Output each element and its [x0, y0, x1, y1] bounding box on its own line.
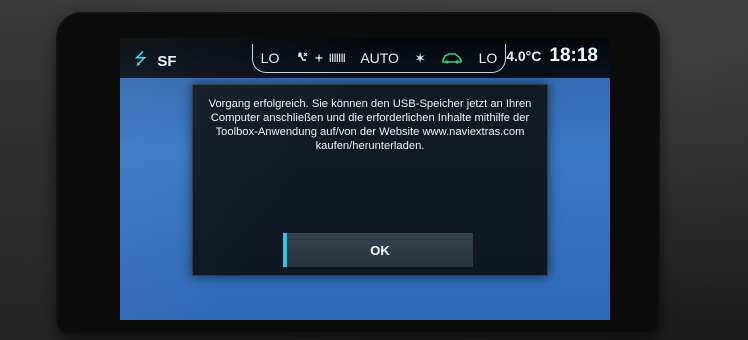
- airflow-icon: [297, 52, 308, 61]
- ok-button[interactable]: OK: [283, 233, 473, 267]
- infotainment-screen: ⭍ SF LO IIIIIII AUTO ✶ LO 4.0°C 18:18 Vo…: [120, 38, 610, 320]
- audio-source-label: SF: [157, 53, 177, 70]
- status-bar: ⭍ SF LO IIIIIII AUTO ✶ LO 4.0°C 18:18: [120, 38, 610, 78]
- airflow-fan-group: IIIIIII: [295, 51, 346, 65]
- status-right: 4.0°C 18:18: [506, 45, 598, 67]
- fan-icon: [314, 54, 323, 62]
- usb-icon: ⭍: [134, 51, 148, 68]
- auto-label: AUTO: [360, 50, 399, 66]
- recirculation-car-icon: [441, 52, 463, 64]
- dialog-message: Vorgang erfolgreich. Sie können den USB-…: [208, 98, 532, 152]
- climate-bar[interactable]: LO IIIIIII AUTO ✶ LO: [252, 44, 506, 73]
- outside-temperature: 4.0°C: [506, 48, 542, 64]
- status-left: ⭍ SF: [134, 48, 177, 75]
- right-temp: LO: [478, 50, 498, 66]
- fan-level-bars: IIIIIII: [328, 51, 346, 65]
- left-temp: LO: [260, 50, 280, 66]
- success-dialog: Vorgang erfolgreich. Sie können den USB-…: [192, 84, 548, 276]
- sun-icon: ✶: [414, 49, 426, 66]
- clock: 18:18: [549, 45, 598, 66]
